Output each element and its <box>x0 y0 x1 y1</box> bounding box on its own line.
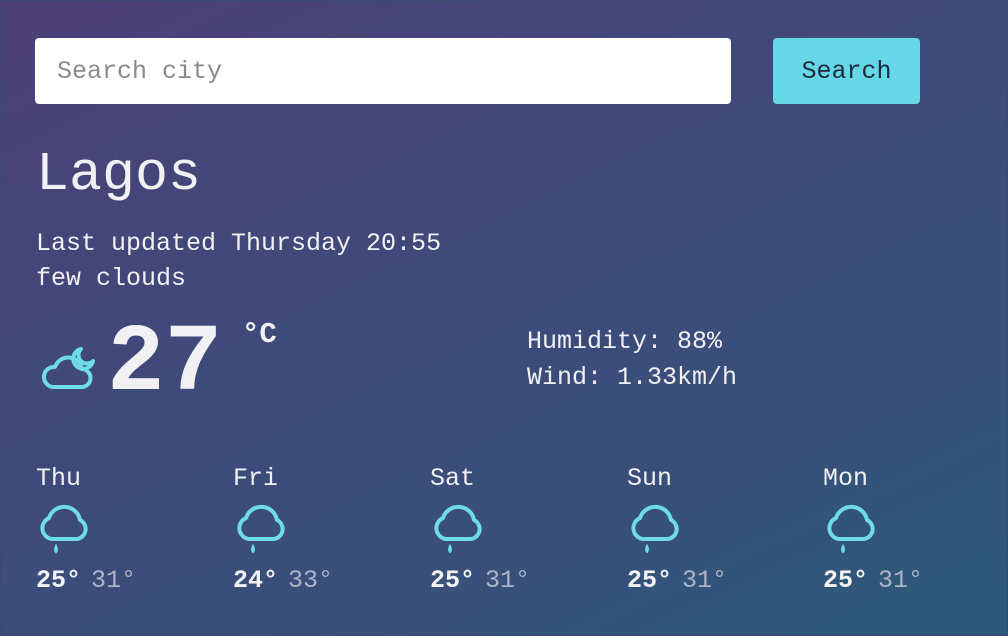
forecast-min-temp: 25° <box>36 566 82 595</box>
current-temperature: 27 <box>107 309 223 418</box>
forecast-max-temp: 33° <box>288 566 334 595</box>
forecast-max-temp: 31° <box>91 566 137 595</box>
rain-cloud-icon <box>827 504 875 554</box>
rain-cloud-icon <box>40 504 88 554</box>
forecast-day-name: Sat <box>430 464 476 493</box>
forecast-max-temp: 31° <box>485 566 531 595</box>
forecast-temps: 24° 33° <box>233 565 333 597</box>
weather-app: Search Lagos Last updated Thursday 20:55… <box>0 0 1008 636</box>
forecast-min-temp: 25° <box>823 566 869 595</box>
city-name: Lagos <box>36 143 202 206</box>
forecast-min-temp: 24° <box>233 566 279 595</box>
search-input[interactable] <box>35 38 731 104</box>
forecast-day-name: Mon <box>823 464 869 493</box>
rain-cloud-icon <box>237 504 285 554</box>
forecast-day: Sat 25° 31° <box>430 463 610 603</box>
forecast-day-name: Fri <box>233 464 279 493</box>
search-button[interactable]: Search <box>773 38 920 104</box>
forecast-temps: 25° 31° <box>627 565 727 597</box>
last-updated: Last updated Thursday 20:55 <box>36 229 442 258</box>
forecast-max-temp: 31° <box>878 566 924 595</box>
forecast-temps: 25° 31° <box>823 565 923 597</box>
rain-cloud-icon <box>631 504 679 554</box>
wind-speed: Wind: 1.33km/h <box>527 363 738 392</box>
forecast-day: Sun 25° 31° <box>627 463 807 603</box>
cloud-moon-icon <box>42 347 95 389</box>
weather-description: few clouds <box>36 264 187 293</box>
forecast-day: Thu 25° 31° <box>36 463 216 603</box>
forecast-min-temp: 25° <box>430 566 476 595</box>
temperature-unit: °C <box>242 318 277 351</box>
forecast-temps: 25° 31° <box>430 565 530 597</box>
forecast-min-temp: 25° <box>627 566 673 595</box>
rain-cloud-icon <box>434 504 482 554</box>
forecast-day: Fri 24° 33° <box>233 463 413 603</box>
humidity: Humidity: 88% <box>527 327 723 356</box>
forecast-day-name: Sun <box>627 464 673 493</box>
forecast-temps: 25° 31° <box>36 565 136 597</box>
forecast-max-temp: 31° <box>682 566 728 595</box>
forecast-day-name: Thu <box>36 464 82 493</box>
forecast-day: Mon 25° 31° <box>823 463 1003 603</box>
